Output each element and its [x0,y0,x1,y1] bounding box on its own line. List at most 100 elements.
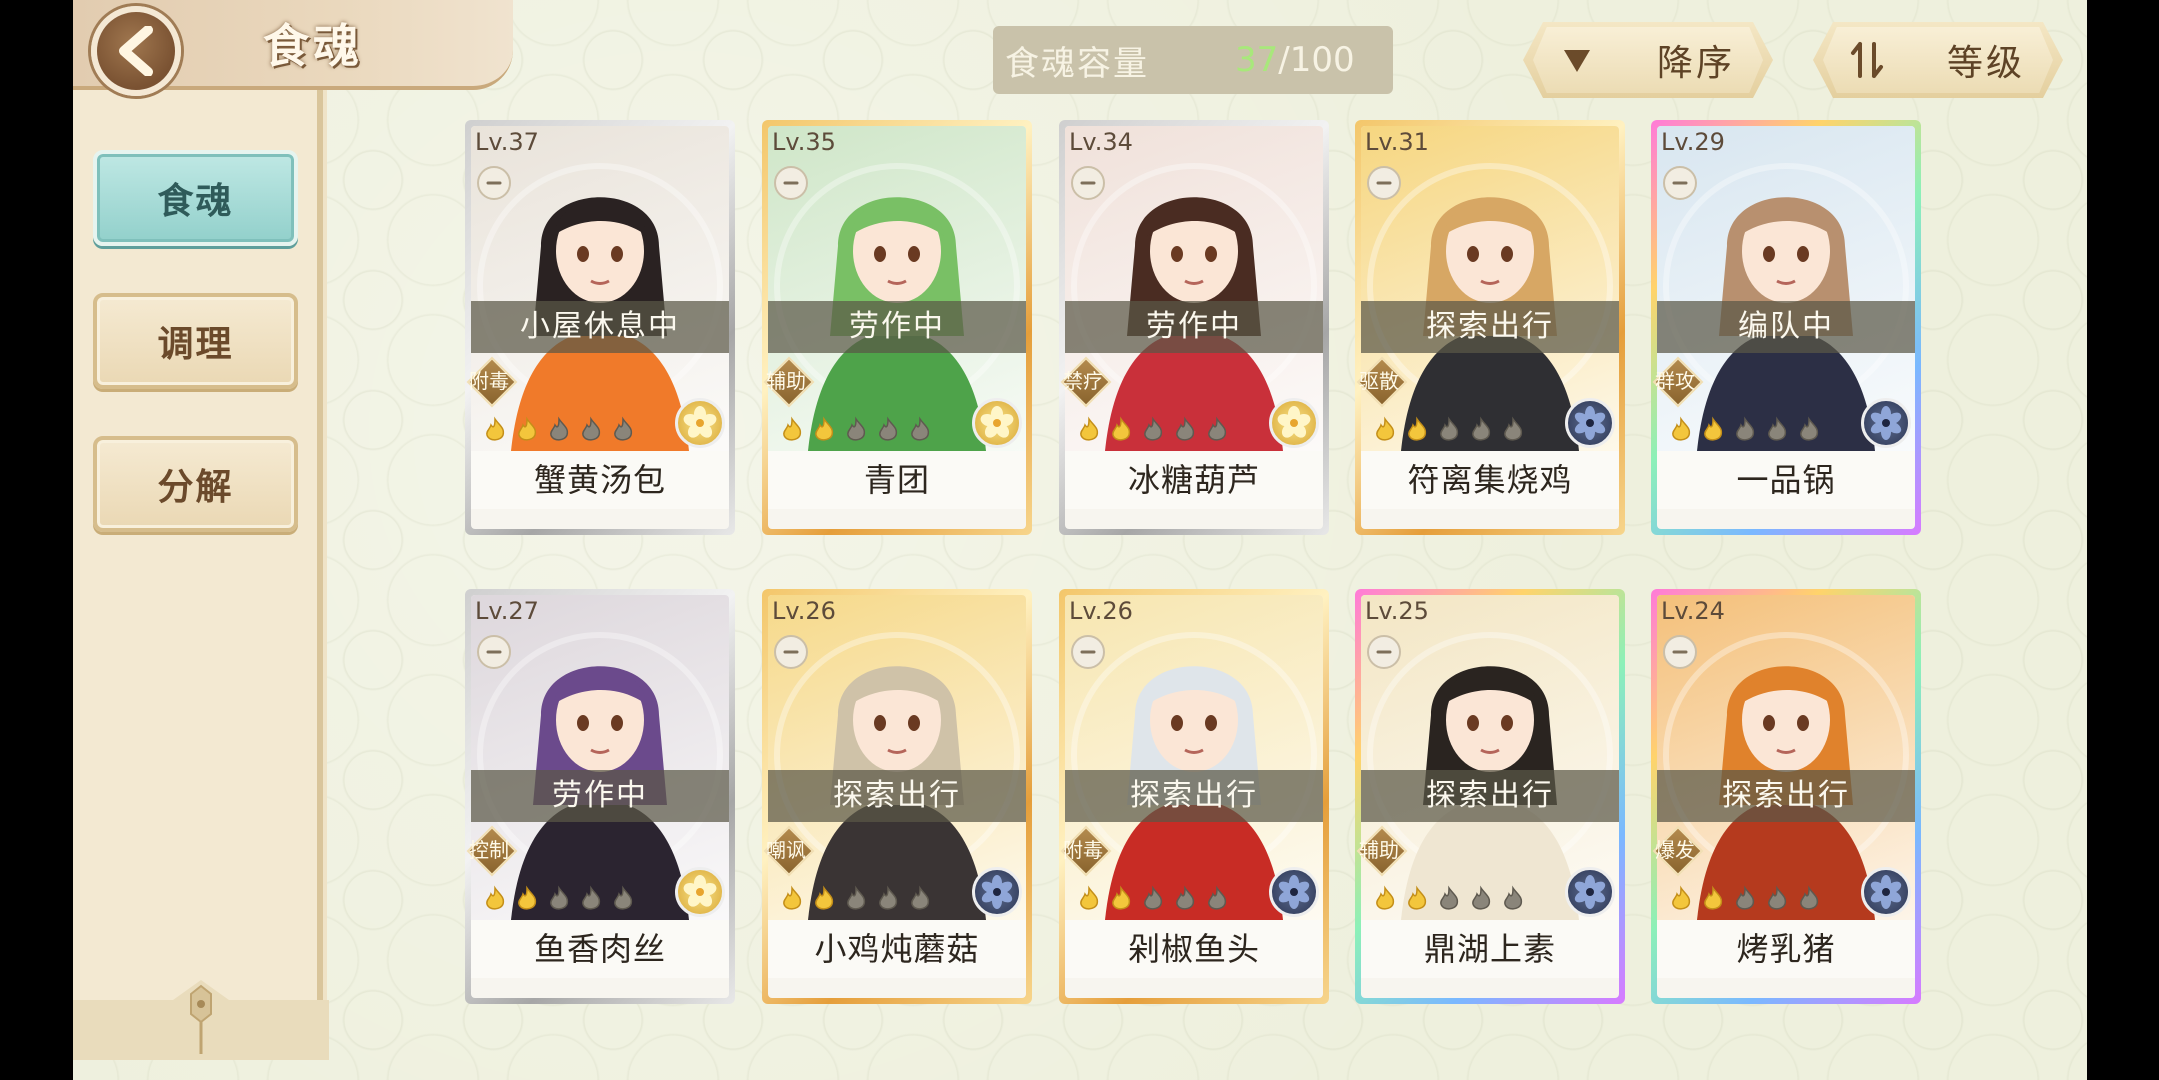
card-name: 青团 [768,451,1026,509]
star-rating [481,885,637,913]
nav-tab-food-souls[interactable]: 食魂 [93,150,298,246]
food-soul-card-7[interactable]: Lv.26 探索出行 剁椒鱼头 附毒 [1059,589,1329,1004]
role-badge: 辅助 [754,357,818,401]
back-button[interactable] [91,6,181,96]
food-soul-card-5[interactable]: Lv.27 劳作中 鱼香肉丝 控制 [465,589,735,1004]
card-name: 一品锅 [1657,451,1915,509]
sort-order-label: 降序 [1657,43,1736,84]
sort-order-button[interactable]: 降序 [1523,22,1773,98]
card-level: Lv.29 [1661,128,1725,156]
card-status: 劳作中 [471,770,729,822]
role-badge: 爆发 [1643,826,1707,870]
blue-flower-element-icon [1861,867,1911,917]
mood-icon [1663,166,1697,200]
flower-element-icon [1269,398,1319,448]
card-name: 小鸡炖蘑菇 [768,920,1026,978]
nav-tab-label: 调理 [157,323,234,365]
card-name: 符离集烧鸡 [1361,451,1619,509]
mood-icon [1663,635,1697,669]
nav-tab-cooking[interactable]: 调理 [93,293,298,389]
mood-icon [1071,166,1105,200]
blue-flower-element-icon [1269,867,1319,917]
card-status: 探索出行 [768,770,1026,822]
card-level: Lv.31 [1365,128,1429,156]
card-level: Lv.37 [475,128,539,156]
card-status: 探索出行 [1361,301,1619,353]
card-status: 探索出行 [1361,770,1619,822]
card-name: 剁椒鱼头 [1065,920,1323,978]
sort-arrows-icon [1847,40,1887,80]
star-rating [1371,416,1527,444]
card-level: Lv.35 [772,128,836,156]
food-soul-card-3[interactable]: Lv.31 探索出行 符离集烧鸡 驱散 [1355,120,1625,535]
star-rating [778,885,934,913]
card-status: 探索出行 [1657,770,1915,822]
page-title: 食魂 [263,19,363,73]
food-soul-card-1[interactable]: Lv.35 劳作中 青团 辅助 [762,120,1032,535]
chevron-left-icon [119,26,153,76]
card-status: 探索出行 [1065,770,1323,822]
capacity-label: 食魂容量 [1005,43,1149,84]
food-soul-card-8[interactable]: Lv.25 探索出行 鼎湖上素 辅助 [1355,589,1625,1004]
role-badge: 嘲讽 [754,826,818,870]
star-rating [1667,885,1823,913]
flower-element-icon [972,398,1022,448]
mood-icon [774,166,808,200]
card-name: 鱼香肉丝 [471,920,729,978]
flower-element-icon [675,398,725,448]
card-level: Lv.34 [1069,128,1133,156]
card-level: Lv.26 [772,597,836,625]
card-status: 编队中 [1657,301,1915,353]
capacity-display: 食魂容量 37 /100 [993,26,1393,94]
flower-element-icon [675,867,725,917]
sort-key-button[interactable]: 等级 [1813,22,2063,98]
game-screen: 食魂 调理 分解 食魂 食魂容量 37 /100 降序 等级 Lv.37 小屋休… [73,0,2087,1080]
star-rating [1075,885,1231,913]
nav-tab-label: 食魂 [157,180,234,222]
card-name: 冰糖葫芦 [1065,451,1323,509]
card-level: Lv.25 [1365,597,1429,625]
card-status: 劳作中 [768,301,1026,353]
nav-tab-label: 分解 [157,466,234,508]
blue-flower-element-icon [972,867,1022,917]
card-level: Lv.26 [1069,597,1133,625]
food-soul-card-9[interactable]: Lv.24 探索出行 烤乳猪 爆发 [1651,589,1921,1004]
card-name: 蟹黄汤包 [471,451,729,509]
food-soul-card-6[interactable]: Lv.26 探索出行 小鸡炖蘑菇 嘲讽 [762,589,1032,1004]
mood-icon [1367,166,1401,200]
panel-ornament [73,980,329,1060]
food-soul-card-4[interactable]: Lv.29 编队中 一品锅 群攻 [1651,120,1921,535]
mood-icon [477,166,511,200]
star-rating [1667,416,1823,444]
role-badge: 控制 [457,826,521,870]
star-rating [481,416,637,444]
food-soul-card-2[interactable]: Lv.34 劳作中 冰糖葫芦 禁疗 [1059,120,1329,535]
mood-icon [774,635,808,669]
star-rating [1371,885,1527,913]
card-status: 小屋休息中 [471,301,729,353]
nav-tab-decompose[interactable]: 分解 [93,436,298,532]
triangle-down-icon [1557,40,1597,80]
star-rating [1075,416,1231,444]
blue-flower-element-icon [1565,398,1615,448]
card-level: Lv.24 [1661,597,1725,625]
capacity-max: /100 [1278,40,1355,80]
card-name: 烤乳猪 [1657,920,1915,978]
card-status: 劳作中 [1065,301,1323,353]
role-badge: 驱散 [1347,357,1411,401]
mood-icon [1367,635,1401,669]
card-name: 鼎湖上素 [1361,920,1619,978]
role-badge: 禁疗 [1051,357,1115,401]
blue-flower-element-icon [1861,398,1911,448]
role-badge: 附毒 [457,357,521,401]
star-rating [778,416,934,444]
capacity-current: 37 [1235,40,1279,80]
role-badge: 辅助 [1347,826,1411,870]
sort-key-label: 等级 [1947,43,2026,84]
food-soul-card-0[interactable]: Lv.37 小屋休息中 蟹黄汤包 附毒 [465,120,735,535]
blue-flower-element-icon [1565,867,1615,917]
role-badge: 附毒 [1051,826,1115,870]
card-level: Lv.27 [475,597,539,625]
mood-icon [1071,635,1105,669]
mood-icon [477,635,511,669]
